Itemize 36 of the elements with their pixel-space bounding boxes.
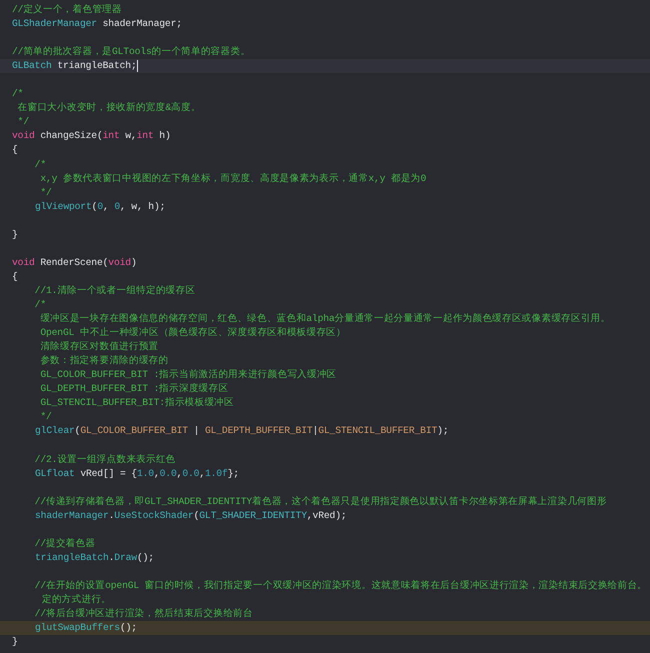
code-line: GL_DEPTH_BUFFER_BIT :指示深度缓存区 xyxy=(39,382,230,396)
code-line: shaderManager.UseStockShader(GLT_SHADER_IDENTITY,vRed); xyxy=(34,508,348,523)
code-line: //将后台缓冲区进行渲染，然后结束后交换给前台 xyxy=(34,607,254,622)
code-line: void changeSize(int w,int h) xyxy=(11,129,172,144)
code-line: //简单的批次容器，是GLTools的一个简单的容器类。 xyxy=(11,45,252,60)
code-line: 缓冲区是一块存在图像信息的储存空间，红色、绿色、蓝色和alpha分量通常一起分量通常一起作为颜色缓存区或像素缓存区引用。 xyxy=(39,312,612,326)
code-line: { xyxy=(11,270,19,284)
code-line: GL_STENCIL_BUFFER_BIT:指示模板缓冲区 xyxy=(39,396,235,410)
code-line: 清除缓存区对数值进行预置 xyxy=(39,340,160,354)
code-line: /* xyxy=(34,158,47,172)
code-line: //提交着色器 xyxy=(34,536,96,551)
code-line: */ xyxy=(39,410,53,424)
code-line: */ xyxy=(39,186,53,200)
code-line: glViewport(0, 0, w, h); xyxy=(34,200,166,214)
code-line: void RenderScene(void) xyxy=(11,256,138,270)
code-line: glClear(GL_COLOR_BUFFER_BIT | GL_DEPTH_BUFFER_BIT|GL_STENCIL_BUFFER_BIT); xyxy=(34,424,450,438)
code-line: { xyxy=(11,143,19,158)
code-line: //在开始的设置openGL 窗口的时候，我们指定要一个双缓冲区的渲染环境。这就意味着将在后台缓冲区进行渲染，渲染结束后交换给前台。 xyxy=(34,578,648,593)
code-line: //2.设置一组浮点数来表示红色 xyxy=(34,452,177,466)
code-line: //1.清除一个或者一组特定的缓存区 xyxy=(34,284,196,298)
code-line: GL_COLOR_BUFFER_BIT :指示当前激活的用来进行颜色写入缓冲区 xyxy=(39,368,338,382)
code-line: 在窗口大小改变时，接收新的宽度&高度。 xyxy=(16,101,202,116)
code-line: /* xyxy=(11,87,24,102)
code-line: GLShaderManager shaderManager; xyxy=(11,17,183,32)
code-line: x,y 参数代表窗口中视图的左下角坐标，而宽度、高度是像素为表示，通常x,y 都是为0 xyxy=(39,172,428,186)
code-line: */ xyxy=(16,115,30,130)
code-line: //定义一个，着色管理器 xyxy=(11,3,123,17)
code-line: //传递到存储着色器，即GLT_SHADER_IDENTITY着色器，这个着色器只是使用指定颜色以默认笛卡尔坐标第在屏幕上渲染几何图形 xyxy=(34,494,608,509)
code-line: OpenGL 中不止一种缓冲区（颜色缓存区、深度缓存区和模板缓存区） xyxy=(39,326,347,340)
code-line: /* xyxy=(34,298,47,312)
code-line: } xyxy=(11,635,19,650)
code-line: 参数：指定将要清除的缓存的 xyxy=(39,354,170,368)
code-line: 定的方式进行。 xyxy=(41,592,112,607)
code-line: GLfloat vRed[] = {1.0,0.0,0.0,1.0f}; xyxy=(34,466,240,481)
code-line: } xyxy=(11,228,19,242)
code-line: triangleBatch.Draw(); xyxy=(34,550,155,565)
